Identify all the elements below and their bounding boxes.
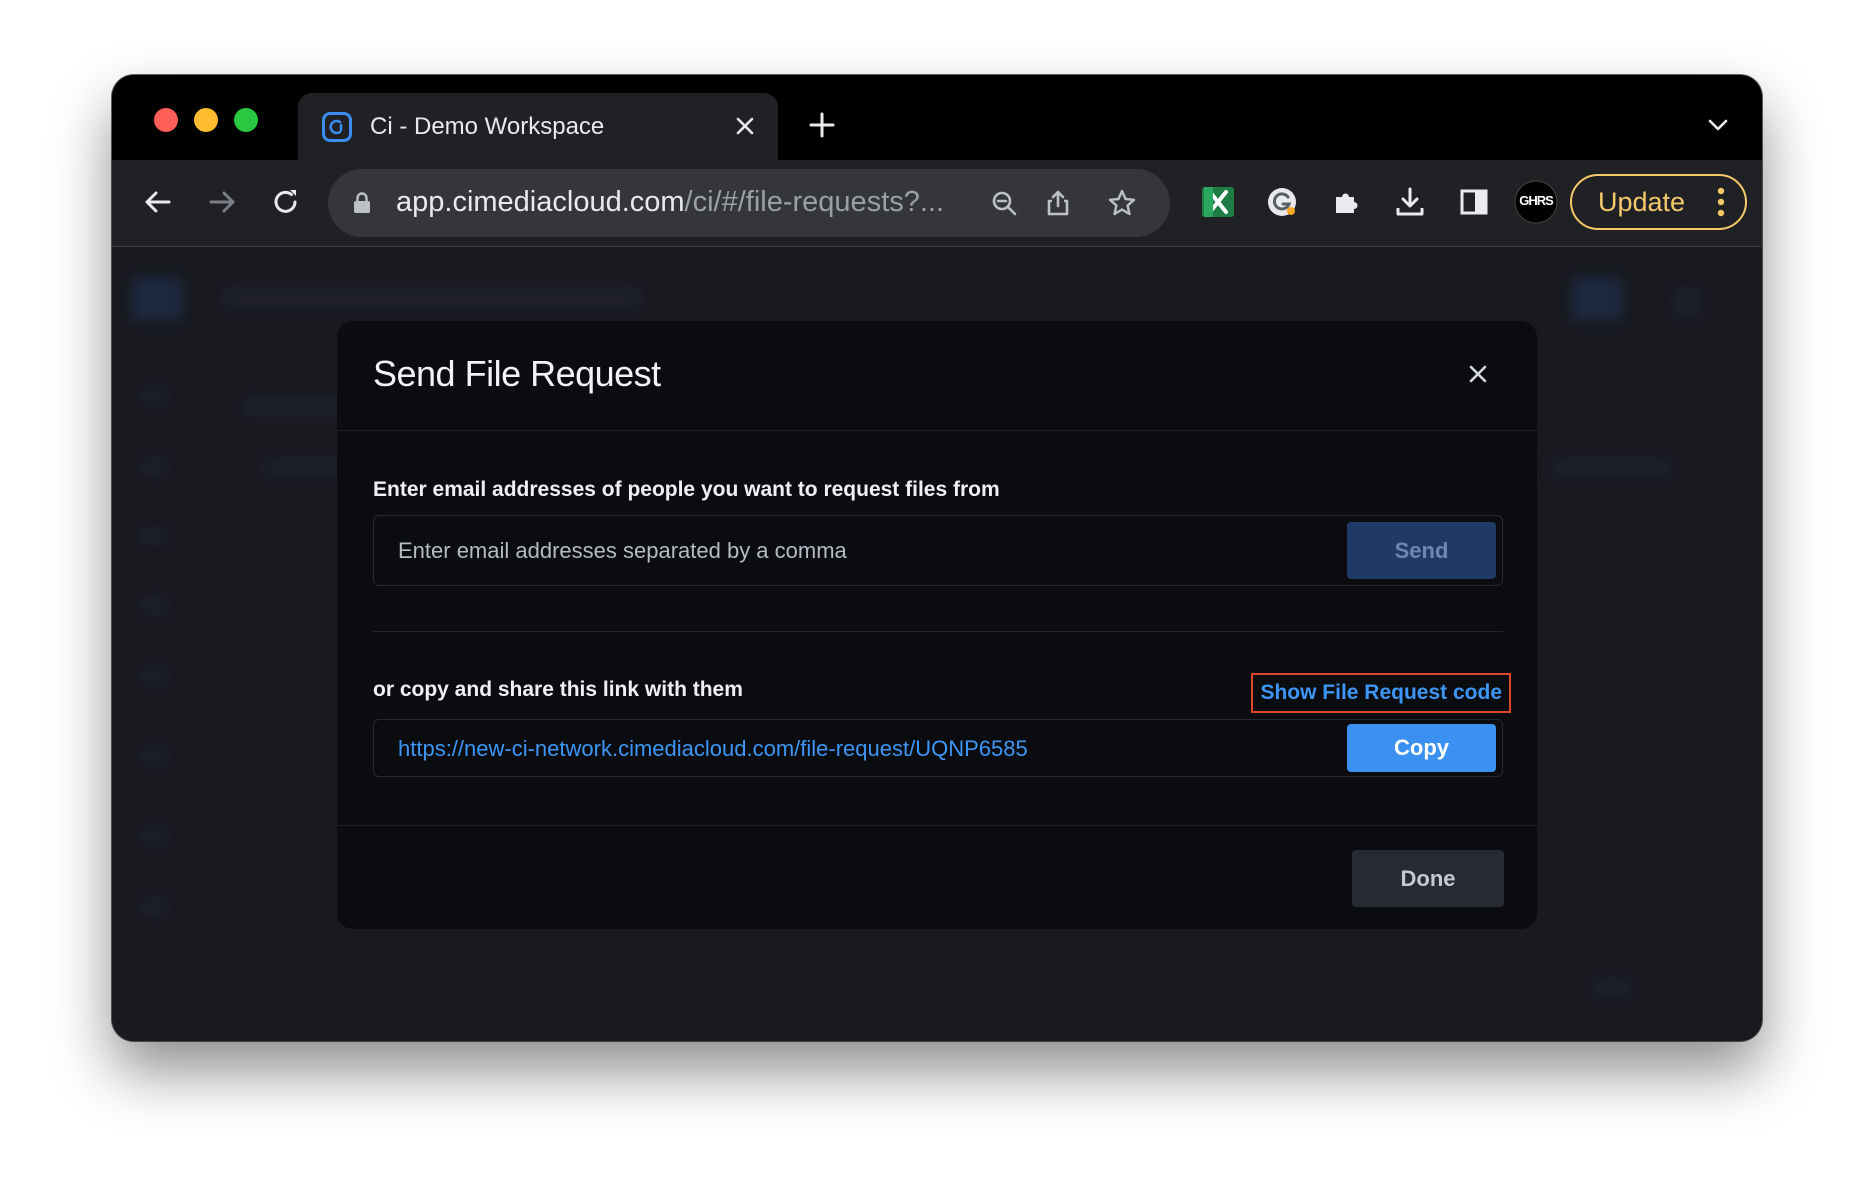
section-divider: [373, 631, 1503, 632]
browser-window: Ci - Demo Workspace app.cimediacloud.com…: [112, 75, 1762, 1041]
modal-footer: Done: [337, 825, 1537, 929]
ci-logo-icon: [322, 111, 352, 142]
done-button[interactable]: Done: [1352, 850, 1504, 907]
address-bar[interactable]: app.cimediacloud.com/ci/#/file-requests?…: [328, 169, 1170, 237]
download-icon[interactable]: [1388, 180, 1432, 224]
back-arrow-icon[interactable]: [136, 180, 180, 224]
side-panel-icon[interactable]: [1452, 180, 1496, 224]
url-path: /ci/#/file-requests?...: [684, 186, 945, 218]
email-input-placeholder[interactable]: Enter email addresses separated by a com…: [398, 538, 847, 564]
reload-icon[interactable]: [264, 180, 308, 224]
show-file-request-code-link[interactable]: Show File Request code: [1251, 673, 1511, 713]
page-content: Send File Request Enter email addresses …: [112, 247, 1762, 1041]
send-file-request-modal: Send File Request Enter email addresses …: [337, 321, 1537, 929]
modal-title: Send File Request: [373, 353, 661, 394]
send-button[interactable]: Send: [1347, 522, 1496, 579]
bookmark-star-icon[interactable]: [1100, 181, 1144, 225]
minimize-window-button[interactable]: [194, 108, 218, 132]
email-input-field[interactable]: Enter email addresses separated by a com…: [373, 515, 1503, 586]
tab-search-chevron-down-icon[interactable]: [1698, 105, 1738, 145]
modal-close-icon[interactable]: [1463, 359, 1493, 389]
extensions-puzzle-icon[interactable]: [1324, 180, 1368, 224]
forward-arrow-icon[interactable]: [200, 180, 244, 224]
tab-close-icon[interactable]: [730, 111, 760, 141]
browser-toolbar: app.cimediacloud.com/ci/#/file-requests?…: [112, 160, 1762, 247]
maximize-window-button[interactable]: [234, 108, 258, 132]
more-vertical-icon[interactable]: [1717, 187, 1725, 217]
share-link-field[interactable]: https://new-ci-network.cimediacloud.com/…: [373, 719, 1503, 777]
lock-icon[interactable]: [350, 191, 374, 215]
copy-button[interactable]: Copy: [1347, 724, 1496, 772]
profile-avatar-text: GHRS: [1519, 193, 1554, 208]
profile-avatar[interactable]: GHRS: [1514, 180, 1558, 224]
share-icon[interactable]: [1036, 181, 1080, 225]
browser-tab[interactable]: Ci - Demo Workspace: [298, 93, 778, 160]
grammarly-extension-icon[interactable]: [1260, 180, 1304, 224]
email-section-label: Enter email addresses of people you want…: [373, 478, 1000, 501]
new-tab-plus-icon[interactable]: [802, 105, 842, 145]
share-link-url[interactable]: https://new-ci-network.cimediacloud.com/…: [398, 736, 1028, 762]
url-domain: app.cimediacloud.com: [396, 186, 685, 218]
address-bar-url: app.cimediacloud.com/ci/#/file-requests?…: [396, 186, 956, 219]
excel-extension-icon[interactable]: [1196, 180, 1240, 224]
tab-strip: Ci - Demo Workspace: [112, 75, 1762, 160]
update-button[interactable]: Update: [1570, 174, 1747, 230]
tab-title: Ci - Demo Workspace: [370, 112, 605, 140]
link-section-label: or copy and share this link with them: [373, 678, 743, 701]
update-label: Update: [1598, 186, 1686, 217]
close-window-button[interactable]: [154, 108, 178, 132]
modal-header: Send File Request: [337, 321, 1537, 431]
zoom-magnifier-icon[interactable]: [982, 181, 1026, 225]
